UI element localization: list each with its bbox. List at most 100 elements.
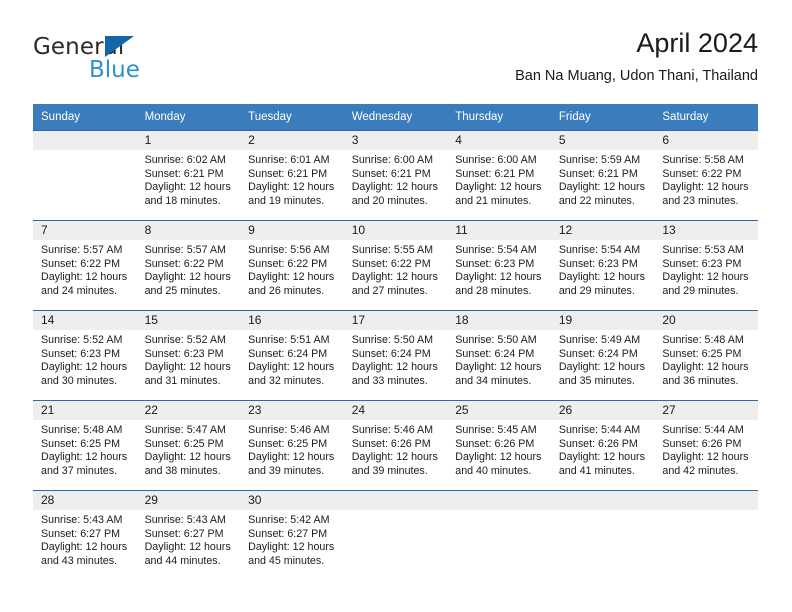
day-detail-lines: Sunrise: 5:44 AM Sunset: 6:26 PM Daylight:… <box>654 420 758 478</box>
daylight-duration-line2: and 40 minutes. <box>455 464 532 477</box>
calendar-day-cell[interactable]: 11 Sunrise: 5:54 AM Sunset: 6:23 PM Dayligh… <box>447 220 551 311</box>
sunset-time: Sunset: 6:26 PM <box>662 437 742 450</box>
calendar-day-cell[interactable]: 2 Sunrise: 6:01 AM Sunset: 6:21 PM Daylight… <box>240 130 344 221</box>
sunrise-time: Sunrise: 5:48 AM <box>41 424 123 436</box>
day-detail-lines: Sunrise: 5:48 AM Sunset: 6:25 PM Daylight:… <box>654 330 758 388</box>
sunrise-time: Sunrise: 5:56 AM <box>248 244 330 256</box>
sunset-time: Sunset: 6:23 PM <box>662 257 742 270</box>
day-number: 23 <box>240 401 344 420</box>
sunset-time: Sunset: 6:24 PM <box>351 347 431 360</box>
sunset-time: Sunset: 6:27 PM <box>144 527 224 540</box>
day-number: 10 <box>343 221 448 240</box>
calendar-day-cell[interactable]: 6 Sunrise: 5:58 AM Sunset: 6:22 PM Daylight… <box>654 130 758 221</box>
weekday-header-saturday: Saturday <box>654 104 758 131</box>
calendar-day-cell[interactable]: 23 Sunrise: 5:46 AM Sunset: 6:25 PM Dayligh… <box>240 400 344 491</box>
sunrise-time: Sunrise: 5:52 AM <box>41 334 123 346</box>
day-number: 14 <box>33 311 137 330</box>
day-detail-lines: Sunrise: 6:01 AM Sunset: 6:21 PM Daylight:… <box>240 150 344 208</box>
sunrise-time: Sunrise: 6:00 AM <box>351 154 434 166</box>
sunrise-time: Sunrise: 5:58 AM <box>662 154 744 166</box>
calendar-day-cell[interactable]: 13 Sunrise: 5:53 AM Sunset: 6:23 PM Dayligh… <box>654 220 758 311</box>
day-detail-lines: Sunrise: 5:54 AM Sunset: 6:23 PM Daylight:… <box>447 240 551 298</box>
daylight-duration-line2: and 38 minutes. <box>144 464 221 477</box>
daylight-duration-line1: Daylight: 12 hours <box>248 181 335 194</box>
calendar-day-cell[interactable]: 22 Sunrise: 5:47 AM Sunset: 6:25 PM Dayligh… <box>136 400 241 491</box>
calendar-day-cell[interactable]: 24 Sunrise: 5:46 AM Sunset: 6:26 PM Dayligh… <box>343 400 448 491</box>
sunrise-time: Sunrise: 5:43 AM <box>144 514 226 526</box>
day-detail-lines: Sunrise: 5:47 AM Sunset: 6:25 PM Daylight:… <box>137 420 241 478</box>
calendar-day-cell[interactable]: 9 Sunrise: 5:56 AM Sunset: 6:22 PM Daylight… <box>240 220 344 311</box>
calendar-day-cell[interactable]: 17 Sunrise: 5:50 AM Sunset: 6:24 PM Dayligh… <box>343 310 448 401</box>
calendar-day-cell[interactable]: 27 Sunrise: 5:44 AM Sunset: 6:26 PM Dayligh… <box>654 400 758 491</box>
calendar-day-cell[interactable]: 4 Sunrise: 6:00 AM Sunset: 6:21 PM Daylight… <box>447 130 551 221</box>
daylight-duration-line2: and 21 minutes. <box>455 194 532 207</box>
daylight-duration-line1: Daylight: 12 hours <box>351 181 438 194</box>
calendar-day-cell[interactable]: 15 Sunrise: 5:52 AM Sunset: 6:23 PM Dayligh… <box>136 310 241 401</box>
calendar-day-cell[interactable]: 30 Sunrise: 5:42 AM Sunset: 6:27 PM Dayligh… <box>240 490 344 580</box>
calendar-cell-inner: 2 Sunrise: 6:01 AM Sunset: 6:21 PM Daylight… <box>240 131 344 220</box>
calendar-day-cell[interactable]: 28 Sunrise: 5:43 AM Sunset: 6:27 PM Dayligh… <box>33 490 137 580</box>
sunset-time: Sunset: 6:22 PM <box>351 257 431 270</box>
calendar-cell-inner: 22 Sunrise: 5:47 AM Sunset: 6:25 PM Dayligh… <box>136 401 241 490</box>
title-block: April 2024 Ban Na Muang, Udon Thani, Tha… <box>515 26 758 87</box>
calendar-day-cell[interactable]: 19 Sunrise: 5:49 AM Sunset: 6:24 PM Dayligh… <box>550 310 655 401</box>
sunset-time: Sunset: 6:21 PM <box>144 167 224 180</box>
sunset-time: Sunset: 6:24 PM <box>558 347 638 360</box>
day-number: 1 <box>136 131 241 150</box>
logo-text-blue: Blue <box>89 57 140 83</box>
calendar-week-row: 28 Sunrise: 5:43 AM Sunset: 6:27 PM Dayligh… <box>33 490 758 580</box>
day-detail-lines: Sunrise: 5:45 AM Sunset: 6:26 PM Daylight:… <box>447 420 551 478</box>
day-number <box>550 491 655 510</box>
day-number: 20 <box>654 311 758 330</box>
sunrise-time: Sunrise: 5:46 AM <box>351 424 434 436</box>
calendar-cell-empty <box>447 490 551 580</box>
sunrise-time: Sunrise: 5:52 AM <box>144 334 226 346</box>
calendar-day-cell[interactable]: 12 Sunrise: 5:54 AM Sunset: 6:23 PM Dayligh… <box>550 220 655 311</box>
calendar-day-cell[interactable]: 16 Sunrise: 5:51 AM Sunset: 6:24 PM Dayligh… <box>240 310 344 401</box>
calendar-day-cell[interactable]: 1 Sunrise: 6:02 AM Sunset: 6:21 PM Daylight… <box>136 130 241 221</box>
calendar-day-cell[interactable]: 29 Sunrise: 5:43 AM Sunset: 6:27 PM Dayligh… <box>136 490 241 580</box>
day-detail-lines <box>551 510 655 514</box>
calendar-day-cell[interactable]: 10 Sunrise: 5:55 AM Sunset: 6:22 PM Dayligh… <box>343 220 448 311</box>
day-detail-lines: Sunrise: 5:48 AM Sunset: 6:25 PM Daylight:… <box>33 420 137 478</box>
day-number: 27 <box>654 401 758 420</box>
daylight-duration-line2: and 27 minutes. <box>351 284 428 297</box>
day-detail-lines <box>654 510 758 514</box>
day-detail-lines <box>447 510 551 514</box>
general-blue-logo[interactable]: General Blue <box>33 34 213 88</box>
day-detail-lines: Sunrise: 5:49 AM Sunset: 6:24 PM Daylight:… <box>551 330 655 388</box>
calendar-day-cell[interactable]: 20 Sunrise: 5:48 AM Sunset: 6:25 PM Dayligh… <box>654 310 758 401</box>
daylight-duration-line1: Daylight: 12 hours <box>455 271 542 284</box>
calendar-day-cell[interactable]: 18 Sunrise: 5:50 AM Sunset: 6:24 PM Dayligh… <box>447 310 551 401</box>
sunset-time: Sunset: 6:24 PM <box>455 347 535 360</box>
calendar-cell-inner: 6 Sunrise: 5:58 AM Sunset: 6:22 PM Daylight… <box>654 131 758 220</box>
day-detail-lines: Sunrise: 5:53 AM Sunset: 6:23 PM Daylight:… <box>654 240 758 298</box>
sunrise-time: Sunrise: 5:44 AM <box>558 424 641 436</box>
calendar-cell-inner: 9 Sunrise: 5:56 AM Sunset: 6:22 PM Daylight… <box>240 221 344 310</box>
sunrise-time: Sunrise: 5:45 AM <box>455 424 537 436</box>
calendar-cell-empty <box>343 490 448 580</box>
calendar-cell-inner: 4 Sunrise: 6:00 AM Sunset: 6:21 PM Daylight… <box>447 131 551 220</box>
day-number: 5 <box>550 131 655 150</box>
daylight-duration-line1: Daylight: 12 hours <box>558 271 645 284</box>
calendar-day-cell[interactable]: 7 Sunrise: 5:57 AM Sunset: 6:22 PM Daylight… <box>33 220 137 311</box>
daylight-duration-line1: Daylight: 12 hours <box>248 451 335 464</box>
calendar-cell-inner: 19 Sunrise: 5:49 AM Sunset: 6:24 PM Dayligh… <box>550 311 655 400</box>
calendar-day-cell[interactable]: 8 Sunrise: 5:57 AM Sunset: 6:22 PM Daylight… <box>136 220 241 311</box>
weekday-header-sunday: Sunday <box>33 104 137 131</box>
calendar-cell-inner: 12 Sunrise: 5:54 AM Sunset: 6:23 PM Dayligh… <box>550 221 655 310</box>
calendar-day-cell[interactable]: 5 Sunrise: 5:59 AM Sunset: 6:21 PM Daylight… <box>550 130 655 221</box>
sunset-time: Sunset: 6:23 PM <box>144 347 224 360</box>
daylight-duration-line2: and 30 minutes. <box>41 374 118 387</box>
calendar-day-cell[interactable]: 21 Sunrise: 5:48 AM Sunset: 6:25 PM Dayligh… <box>33 400 137 491</box>
calendar-day-cell[interactable]: 25 Sunrise: 5:45 AM Sunset: 6:26 PM Dayligh… <box>447 400 551 491</box>
calendar-day-cell[interactable]: 26 Sunrise: 5:44 AM Sunset: 6:26 PM Dayligh… <box>550 400 655 491</box>
daylight-duration-line2: and 44 minutes. <box>144 554 221 567</box>
calendar-day-cell[interactable]: 3 Sunrise: 6:00 AM Sunset: 6:21 PM Daylight… <box>343 130 448 221</box>
calendar-day-cell[interactable]: 14 Sunrise: 5:52 AM Sunset: 6:23 PM Dayligh… <box>33 310 137 401</box>
sunset-time: Sunset: 6:21 PM <box>558 167 638 180</box>
calendar-cell-inner: 20 Sunrise: 5:48 AM Sunset: 6:25 PM Dayligh… <box>654 311 758 400</box>
sunset-time: Sunset: 6:26 PM <box>558 437 638 450</box>
daylight-duration-line1: Daylight: 12 hours <box>455 451 542 464</box>
daylight-duration-line2: and 45 minutes. <box>248 554 325 567</box>
